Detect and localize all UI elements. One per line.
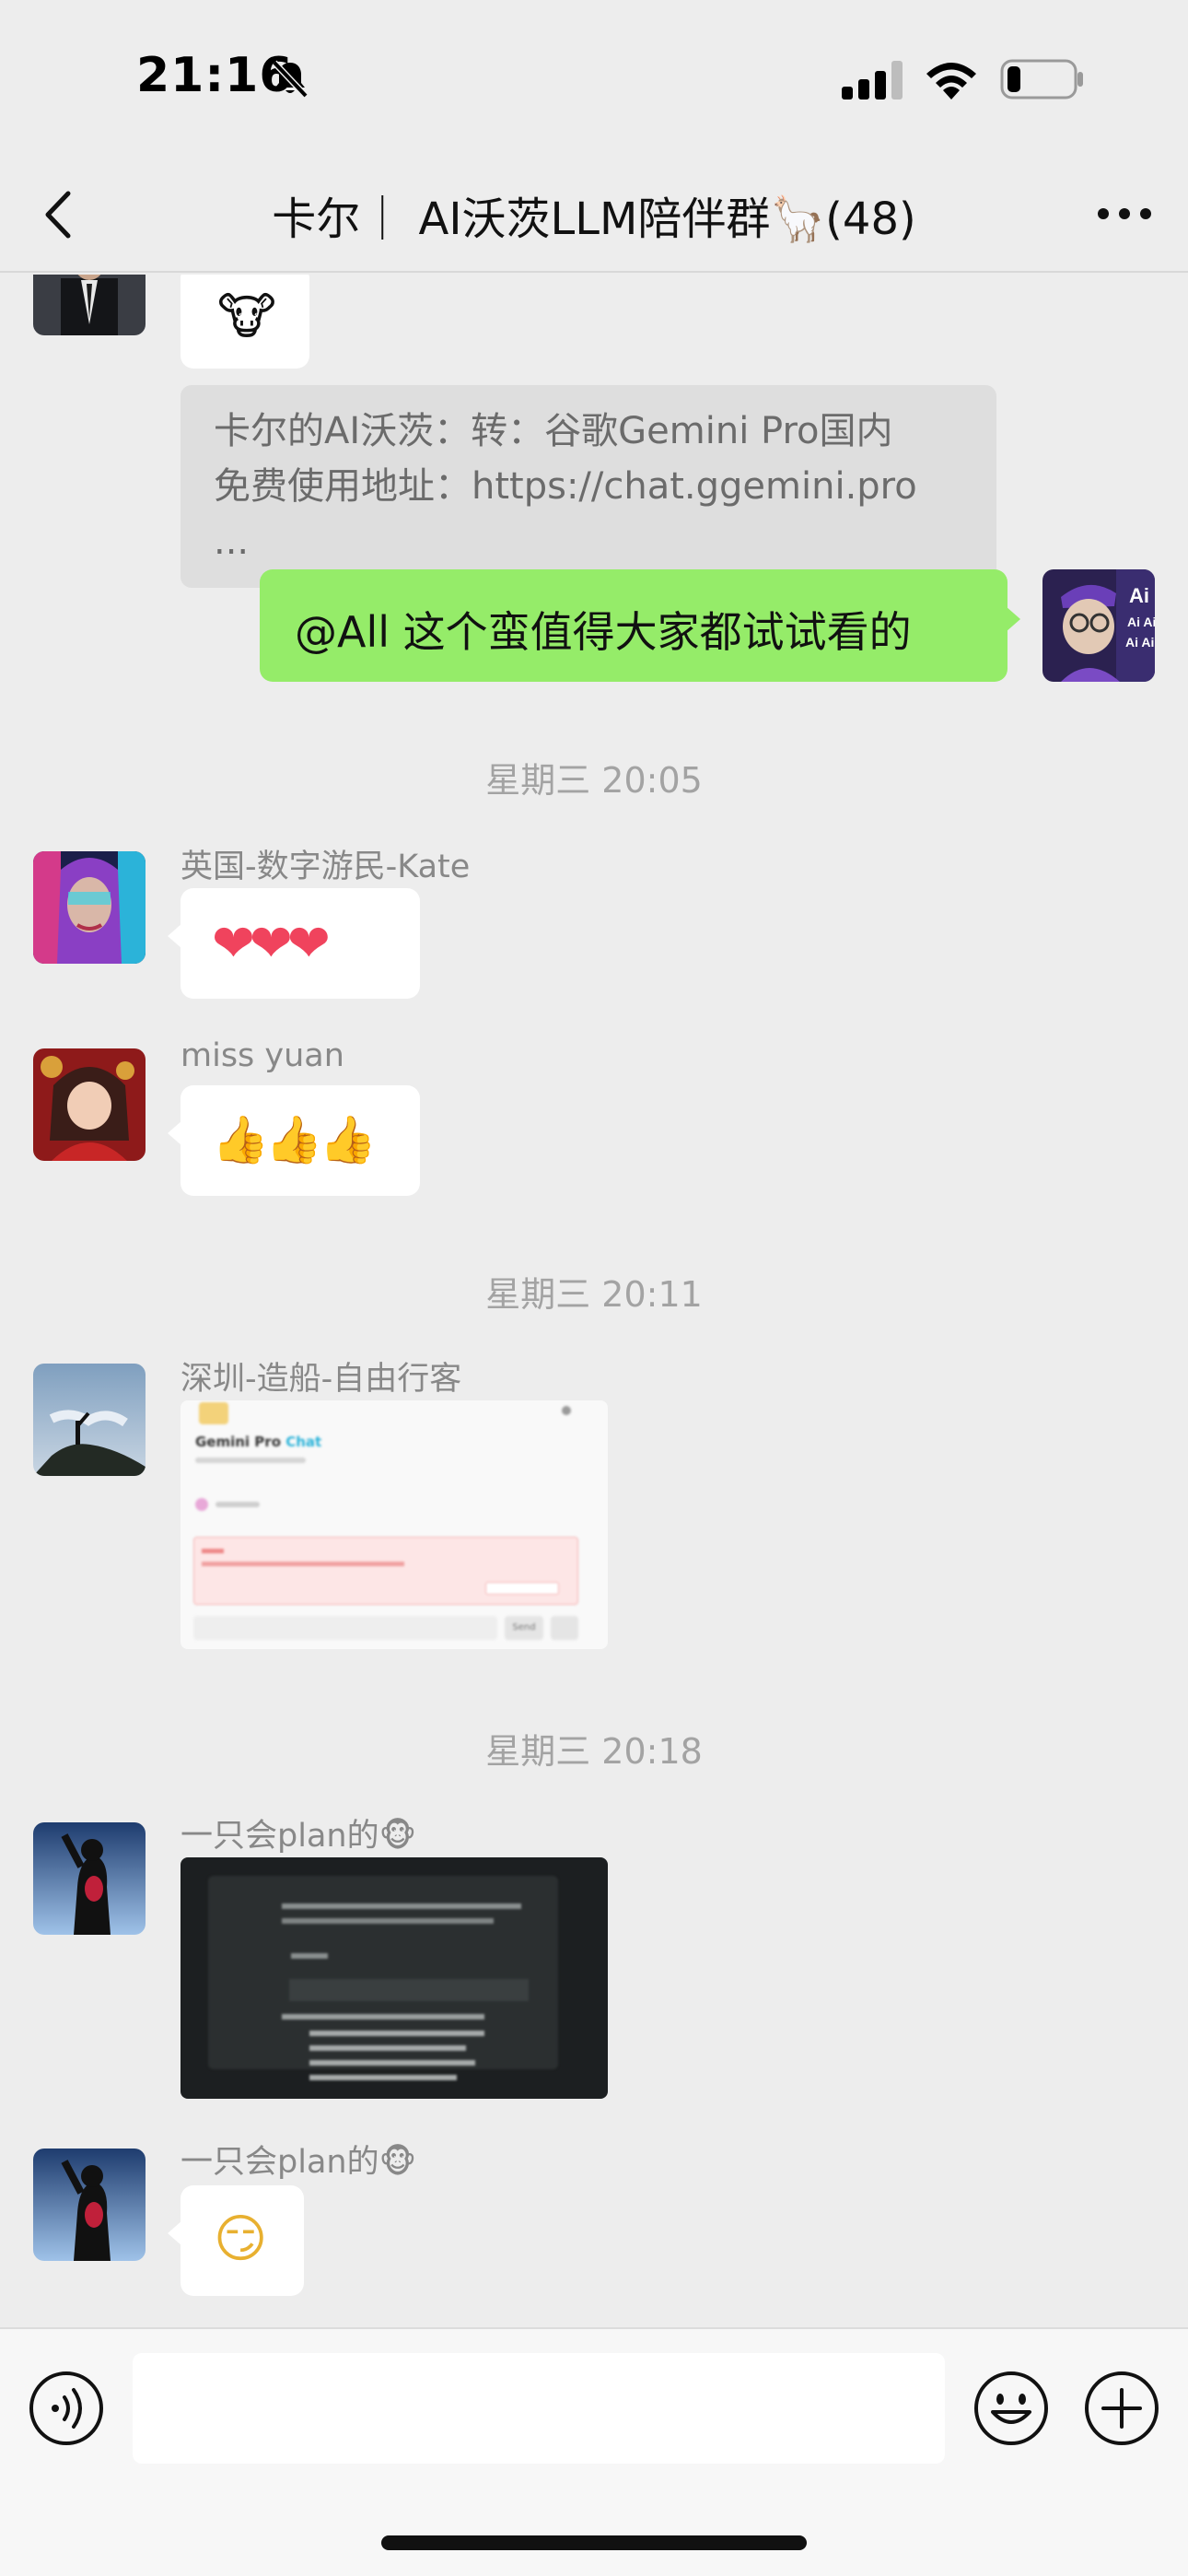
quoted-message[interactable]: 卡尔的AI沃茨：转：谷歌Gemini Pro国内 免费使用地址：https://… bbox=[181, 385, 996, 588]
svg-text:Ai Ai: Ai Ai bbox=[1125, 635, 1154, 650]
error-box bbox=[193, 1537, 578, 1605]
avatar[interactable] bbox=[33, 275, 146, 335]
avatar[interactable] bbox=[33, 1822, 146, 1935]
close-dot bbox=[562, 1406, 571, 1415]
message-bubble[interactable]: 😏 bbox=[168, 2185, 304, 2296]
screenshot-title-accent: Chat bbox=[285, 1434, 322, 1450]
emoji-icon[interactable] bbox=[973, 2370, 1050, 2447]
timestamp: 星期三 20:05 bbox=[485, 760, 703, 801]
battery-icon bbox=[1000, 59, 1083, 100]
image-message[interactable]: Gemini Pro Chat Send bbox=[181, 1400, 608, 1649]
quote-line: 卡尔的AI沃茨：转：谷歌Gemini Pro国内 bbox=[214, 410, 893, 452]
message-text: 🐮 bbox=[217, 287, 276, 345]
plus-icon[interactable] bbox=[1083, 2370, 1160, 2447]
message-list[interactable]: 🐮 卡尔的AI沃茨：转：谷歌Gemini Pro国内 免费使用地址：https:… bbox=[0, 275, 1188, 2327]
wifi-icon bbox=[926, 63, 976, 100]
sender-name: 深圳-造船-自由行客 bbox=[181, 1361, 462, 1398]
sender-name: 一只会plan的🐵 bbox=[181, 1818, 417, 1855]
message-text: ❤❤❤ bbox=[212, 914, 331, 974]
back-chevron-icon[interactable] bbox=[35, 184, 90, 245]
sender-name: 英国-数字游民-Kate bbox=[181, 849, 471, 885]
message-text: 👍👍👍 bbox=[212, 1113, 377, 1166]
message-bubble[interactable]: 👍👍👍 bbox=[168, 1085, 420, 1196]
message-bubble[interactable]: 🐮 bbox=[181, 275, 309, 369]
screenshot-title: Gemini Pro bbox=[195, 1434, 281, 1450]
screenshot-preview: Gemini Pro Chat Send bbox=[181, 1400, 608, 1649]
svg-text:Ai: Ai bbox=[1129, 584, 1149, 607]
chat-screen: 21:16 卡尔｜ AI沃茨LLM陪伴群🦙(48) 🐮 卡尔的AI沃茨：转：谷歌… bbox=[0, 0, 1188, 2576]
my-avatar[interactable]: Ai Ai Ai Ai Ai bbox=[1042, 569, 1155, 682]
home-indicator[interactable] bbox=[381, 2535, 807, 2550]
avatar[interactable] bbox=[33, 1364, 146, 1476]
image-message[interactable] bbox=[181, 1857, 608, 2099]
message-text: @All 这个蛮值得大家都试试看的 bbox=[295, 607, 912, 657]
sender-name: 一只会plan的🐵 bbox=[181, 2144, 417, 2181]
more-options-icon[interactable] bbox=[1092, 188, 1157, 240]
message-bubble[interactable]: ❤❤❤ bbox=[168, 888, 420, 999]
screenshot-send: Send bbox=[505, 1616, 543, 1640]
quote-line: 免费使用地址：https://chat.ggemini.pro ... bbox=[214, 465, 917, 563]
avatar[interactable] bbox=[33, 851, 146, 964]
voice-input-icon[interactable] bbox=[28, 2370, 105, 2447]
svg-text:Ai Ai: Ai Ai bbox=[1127, 615, 1155, 629]
status-bar: 21:16 bbox=[0, 0, 1188, 157]
chat-header: 卡尔｜ AI沃茨LLM陪伴群🦙(48) bbox=[0, 157, 1188, 273]
timestamp: 星期三 20:18 bbox=[485, 1731, 703, 1772]
cellular-signal-icon bbox=[842, 61, 903, 100]
avatar[interactable] bbox=[33, 1048, 146, 1161]
timestamp: 星期三 20:11 bbox=[485, 1274, 703, 1315]
message-text: 😏 bbox=[214, 2209, 268, 2269]
screenshot-input bbox=[193, 1616, 497, 1640]
app-logo bbox=[199, 1402, 228, 1424]
avatar[interactable] bbox=[33, 2149, 146, 2261]
my-message-bubble[interactable]: @All 这个蛮值得大家都试试看的 bbox=[260, 569, 1020, 682]
sender-name: miss yuan bbox=[181, 1037, 344, 1074]
message-input[interactable] bbox=[133, 2353, 945, 2464]
photo-preview bbox=[181, 1857, 608, 2099]
chat-title: 卡尔｜ AI沃茨LLM陪伴群🦙(48) bbox=[272, 193, 916, 245]
bell-muted-icon bbox=[272, 60, 309, 99]
